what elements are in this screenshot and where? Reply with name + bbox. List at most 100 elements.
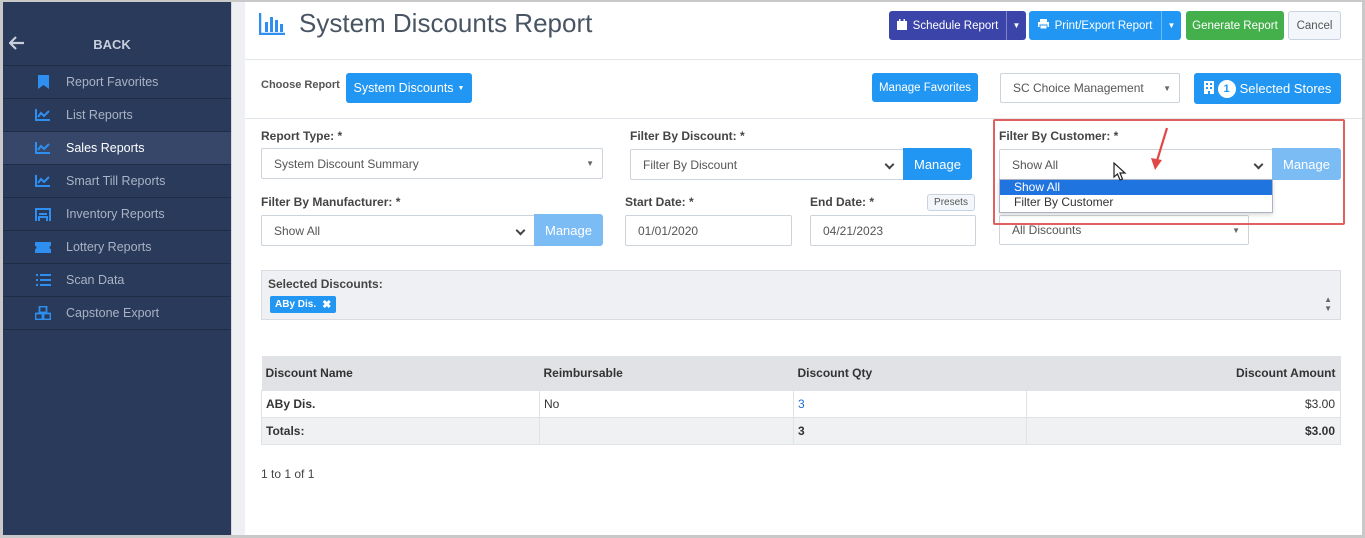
- close-icon[interactable]: ✖: [322, 298, 331, 311]
- page-header: System Discounts Report: [258, 8, 593, 39]
- sidebar-item-scan-data[interactable]: Scan Data: [3, 264, 231, 297]
- manage-manufacturer-button[interactable]: Manage: [534, 214, 603, 246]
- arrow-left-icon: [8, 34, 29, 55]
- bookmark-icon: [34, 75, 52, 89]
- report-type-label: Report Type: *: [261, 129, 343, 143]
- pagination-info: 1 to 1 of 1: [261, 467, 315, 481]
- discount-filter-select[interactable]: Filter By Discount: [630, 149, 904, 180]
- sidebar-item-sales-reports[interactable]: Sales Reports: [3, 132, 231, 165]
- cancel-button[interactable]: Cancel: [1288, 11, 1341, 40]
- selected-discounts-box: Selected Discounts: ABy Dis. ✖ ▲ ▼: [261, 270, 1341, 320]
- sidebar-item-label: Report Favorites: [66, 75, 159, 89]
- caret-down-icon[interactable]: ▼: [1161, 11, 1181, 40]
- sidebar-item-inventory-reports[interactable]: Inventory Reports: [3, 198, 231, 231]
- table-row: ABy Dis. No 3 $3.00: [261, 389, 1341, 418]
- sidebar-item-capstone-export[interactable]: Capstone Export: [3, 297, 231, 330]
- main-content: System Discounts Report Schedule Report …: [245, 2, 1362, 535]
- sidebar-item-report-favorites[interactable]: Report Favorites: [3, 66, 231, 99]
- all-discounts-value: All Discounts: [1012, 223, 1082, 237]
- back-label: BACK: [93, 37, 131, 52]
- totals-row: Totals: 3 $3.00: [261, 416, 1341, 445]
- sidebar-item-label: Sales Reports: [66, 141, 145, 155]
- company-select[interactable]: SC Choice Management ▼: [1000, 73, 1180, 103]
- generate-report-button[interactable]: Generate Report: [1186, 11, 1284, 40]
- manufacturer-filter-value: Show All: [274, 223, 321, 238]
- column-header[interactable]: Reimbursable: [539, 356, 794, 390]
- end-date-label: End Date: *: [810, 195, 875, 209]
- ticket-icon: [34, 240, 52, 254]
- manufacturer-filter-label: Filter By Manufacturer: *: [261, 195, 401, 209]
- totals-empty-cell: [539, 416, 794, 445]
- report-button-label: System Discounts: [353, 81, 454, 95]
- store-count-badge: 1: [1217, 79, 1236, 98]
- bar-chart-icon: [258, 12, 287, 35]
- sidebar-item-lottery-reports[interactable]: Lottery Reports: [3, 231, 231, 264]
- chart-line-icon: [34, 108, 52, 122]
- chevron-down-icon: [515, 225, 526, 236]
- company-value: SC Choice Management: [1013, 81, 1144, 95]
- chevron-down-icon: [884, 159, 895, 170]
- discount-chip[interactable]: ABy Dis. ✖: [270, 296, 337, 313]
- print-export-label: Print/Export Report: [1054, 19, 1153, 32]
- end-date-input[interactable]: 04/21/2023: [810, 215, 976, 246]
- manufacturer-filter-select[interactable]: Show All: [261, 215, 535, 246]
- column-header[interactable]: Discount Name: [261, 356, 540, 390]
- selected-discounts-label: Selected Discounts:: [268, 277, 383, 291]
- presets-button[interactable]: Presets: [927, 194, 975, 211]
- caret-down-icon: ▼: [457, 84, 465, 92]
- caret-down-icon[interactable]: ▼: [1006, 11, 1026, 40]
- divider: [245, 59, 1362, 60]
- caret-down-icon: ▼: [1163, 83, 1171, 93]
- manage-favorites-button[interactable]: Manage Favorites: [872, 73, 978, 102]
- choose-report-dropdown[interactable]: System Discounts ▼: [346, 73, 472, 103]
- table-header-row: Discount Name Reimbursable Discount Qty …: [261, 356, 1341, 390]
- sidebar-item-label: Smart Till Reports: [66, 174, 166, 188]
- totals-label: Totals:: [261, 416, 540, 445]
- cubes-icon: [34, 306, 52, 320]
- back-button[interactable]: BACK: [3, 24, 231, 66]
- results-table: Discount Name Reimbursable Discount Qty …: [261, 356, 1341, 445]
- discount-amount-cell: $3.00: [1026, 389, 1341, 418]
- totals-amount: $3.00: [1026, 416, 1341, 445]
- sidebar-item-smart-till-reports[interactable]: Smart Till Reports: [3, 165, 231, 198]
- report-type-select[interactable]: System Discount Summary ▼: [261, 148, 603, 179]
- warehouse-icon: [34, 207, 52, 221]
- printer-icon: [1037, 19, 1049, 32]
- sidebar-item-label: Scan Data: [66, 273, 125, 287]
- sidebar-item-list-reports[interactable]: List Reports: [3, 99, 231, 132]
- selected-stores-button[interactable]: 1 Selected Stores: [1194, 73, 1341, 104]
- report-type-value: System Discount Summary: [274, 156, 419, 171]
- discount-filter-label: Filter By Discount: *: [630, 129, 745, 143]
- app-window: BACK Report Favorites List Reports Sales…: [0, 0, 1365, 538]
- caret-down-icon: ▼: [586, 159, 594, 168]
- spinner-icon[interactable]: ▲ ▼: [1324, 295, 1332, 313]
- schedule-report-button[interactable]: Schedule Report ▼: [889, 11, 1026, 40]
- sidebar: BACK Report Favorites List Reports Sales…: [3, 2, 231, 535]
- sidebar-item-label: List Reports: [66, 108, 133, 122]
- building-icon: [1203, 80, 1214, 97]
- sidebar-divider: [231, 2, 245, 535]
- discount-chip-label: ABy Dis.: [275, 299, 317, 310]
- selected-stores-label: Selected Stores: [1239, 81, 1332, 96]
- totals-qty: 3: [793, 416, 1027, 445]
- column-header[interactable]: Discount Amount: [1026, 356, 1341, 390]
- caret-down-icon: ▼: [1232, 225, 1240, 235]
- print-export-button[interactable]: Print/Export Report ▼: [1029, 11, 1181, 40]
- choose-report-label: Choose Report: [261, 79, 340, 91]
- discount-name-cell: ABy Dis.: [261, 389, 540, 418]
- page-title: System Discounts Report: [299, 8, 593, 38]
- manage-discount-button[interactable]: Manage: [903, 148, 972, 180]
- start-date-label: Start Date: *: [625, 195, 694, 209]
- sidebar-item-label: Capstone Export: [66, 306, 160, 320]
- discount-filter-value: Filter By Discount: [643, 157, 738, 172]
- sidebar-item-label: Lottery Reports: [66, 240, 152, 254]
- mouse-cursor-icon: [1113, 162, 1127, 181]
- sidebar-item-label: Inventory Reports: [66, 207, 165, 221]
- schedule-report-label: Schedule Report: [912, 19, 999, 32]
- list-icon: [34, 273, 52, 287]
- start-date-input[interactable]: 01/01/2020: [625, 215, 792, 246]
- calendar-icon: [896, 18, 907, 33]
- column-header[interactable]: Discount Qty: [793, 356, 1027, 390]
- discount-qty-link[interactable]: 3: [793, 389, 1027, 418]
- annotation-arrow-icon: [1151, 127, 1169, 170]
